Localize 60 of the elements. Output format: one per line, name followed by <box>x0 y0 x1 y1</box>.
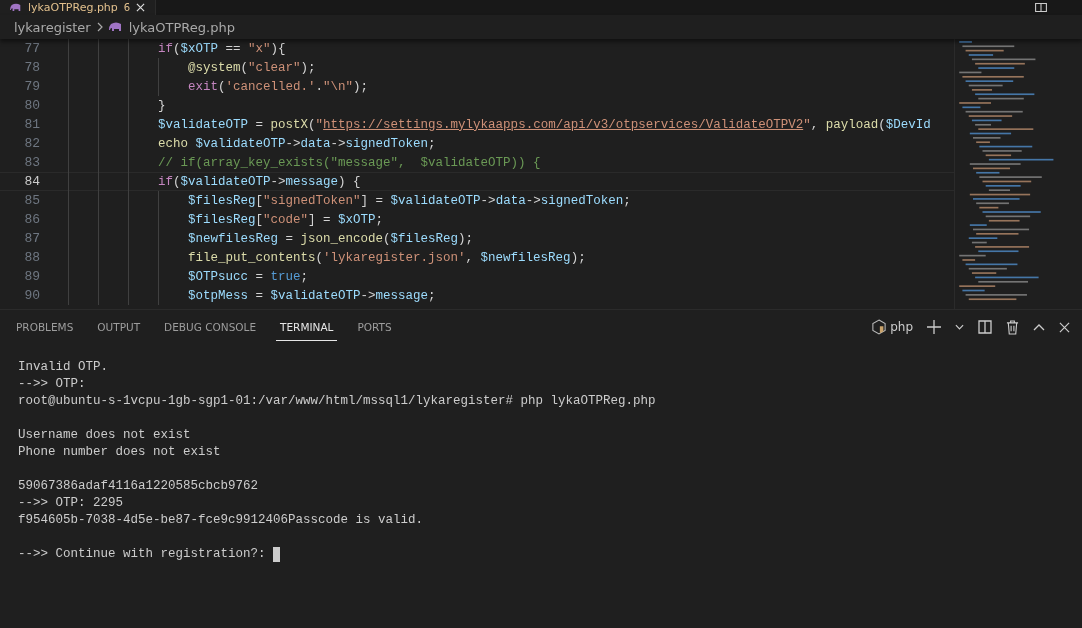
elephant-icon <box>10 3 22 12</box>
elephant-icon <box>108 22 123 32</box>
panel-tab[interactable]: TERMINAL <box>276 313 338 341</box>
text-cursor <box>272 547 280 562</box>
breadcrumb-file[interactable]: lykaOTPReg.php <box>128 19 235 35</box>
line-number: 77 <box>23 41 40 56</box>
editor-tab[interactable]: lykaOTPReg.php 6 <box>0 0 157 15</box>
close-icon[interactable] <box>1059 321 1070 333</box>
line-number: 86 <box>23 212 40 227</box>
line-number: 81 <box>23 117 40 132</box>
code-line: $OTPsucc = true; <box>187 269 309 284</box>
terminal-line: -->> Continue with registration?: <box>18 546 266 563</box>
line-number: 89 <box>23 269 40 284</box>
code-line: file_put_contents('lykaregister.json', $newfilesReg); <box>187 250 586 265</box>
panel-tab[interactable]: PORTS <box>353 313 396 341</box>
line-number: 82 <box>23 136 40 151</box>
line-number: 90 <box>23 288 40 303</box>
layout-icon[interactable] <box>1034 3 1048 12</box>
breadcrumb-folder[interactable]: lykaregister <box>14 19 91 35</box>
code-line: @system("clear"); <box>187 60 316 75</box>
split-icon[interactable] <box>978 320 992 334</box>
terminal-line: root@ubuntu-s-1vcpu-1gb-sgp1-01:/var/www/html/mssql1/lykaregister# php lykaOTPReg.php <box>18 393 656 410</box>
panel-tab[interactable]: PROBLEMS <box>12 313 78 341</box>
terminal-line: 59067386adaf4116a1220585cbcb9762 <box>18 478 259 495</box>
code-line: echo $validateOTP->data->signedToken; <box>157 136 436 151</box>
terminal-line: Phone number does not exist <box>18 444 221 461</box>
line-number: 80 <box>23 98 40 113</box>
line-number: 79 <box>23 79 40 94</box>
terminal-line: -->> OTP: 2295 <box>18 495 124 512</box>
code-line: $otpMess = $validateOTP->message; <box>187 288 436 303</box>
line-number: 87 <box>23 231 40 246</box>
problem-count: 6 <box>123 1 131 14</box>
panel-tab[interactable]: OUTPUT <box>93 313 145 341</box>
code-line: exit('cancelled.'."\n"); <box>187 79 369 94</box>
code-line: if($validateOTP->message) { <box>157 174 361 189</box>
code-line: $validateOTP = postX("https://settings.mylykaapps.com/api/v3/otpservices/ValidateOTPV2", payload($DevId <box>157 117 931 132</box>
line-number: 88 <box>23 250 40 265</box>
code-line: } <box>157 98 166 113</box>
terminal-line: Invalid OTP. <box>18 359 108 376</box>
terminal-profile[interactable]: php <box>890 320 913 334</box>
line-number: 83 <box>23 155 40 170</box>
terminal-line: f954605b-7038-4d5e-be87-fce9c9912406Passcode is valid. <box>18 512 424 529</box>
panel-tab[interactable]: DEBUG CONSOLE <box>160 313 261 341</box>
code-line: // if(array_key_exists("message", $validateOTP)) { <box>157 155 541 170</box>
close-icon[interactable] <box>136 3 146 12</box>
plus-icon[interactable] <box>927 320 941 334</box>
code-line: if($xOTP == "x"){ <box>157 41 286 56</box>
terminal-line: Username does not exist <box>18 427 191 444</box>
trash-icon[interactable] <box>1006 319 1019 335</box>
code-line: $newfilesReg = json_encode($filesReg); <box>187 231 474 246</box>
line-number: 85 <box>23 193 40 208</box>
terminal-line: -->> OTP: <box>18 376 86 393</box>
line-number: 84 <box>23 174 40 189</box>
cube-icon[interactable] <box>872 319 887 335</box>
code-line: $filesReg["signedToken"] = $validateOTP->data->signedToken; <box>187 193 631 208</box>
code-line: $filesReg["code"] = $xOTP; <box>187 212 384 227</box>
chevron-right-icon <box>96 22 103 32</box>
chevron-down-icon[interactable] <box>955 324 964 330</box>
line-number: 78 <box>23 60 40 75</box>
chevron-up-icon[interactable] <box>1033 323 1045 331</box>
